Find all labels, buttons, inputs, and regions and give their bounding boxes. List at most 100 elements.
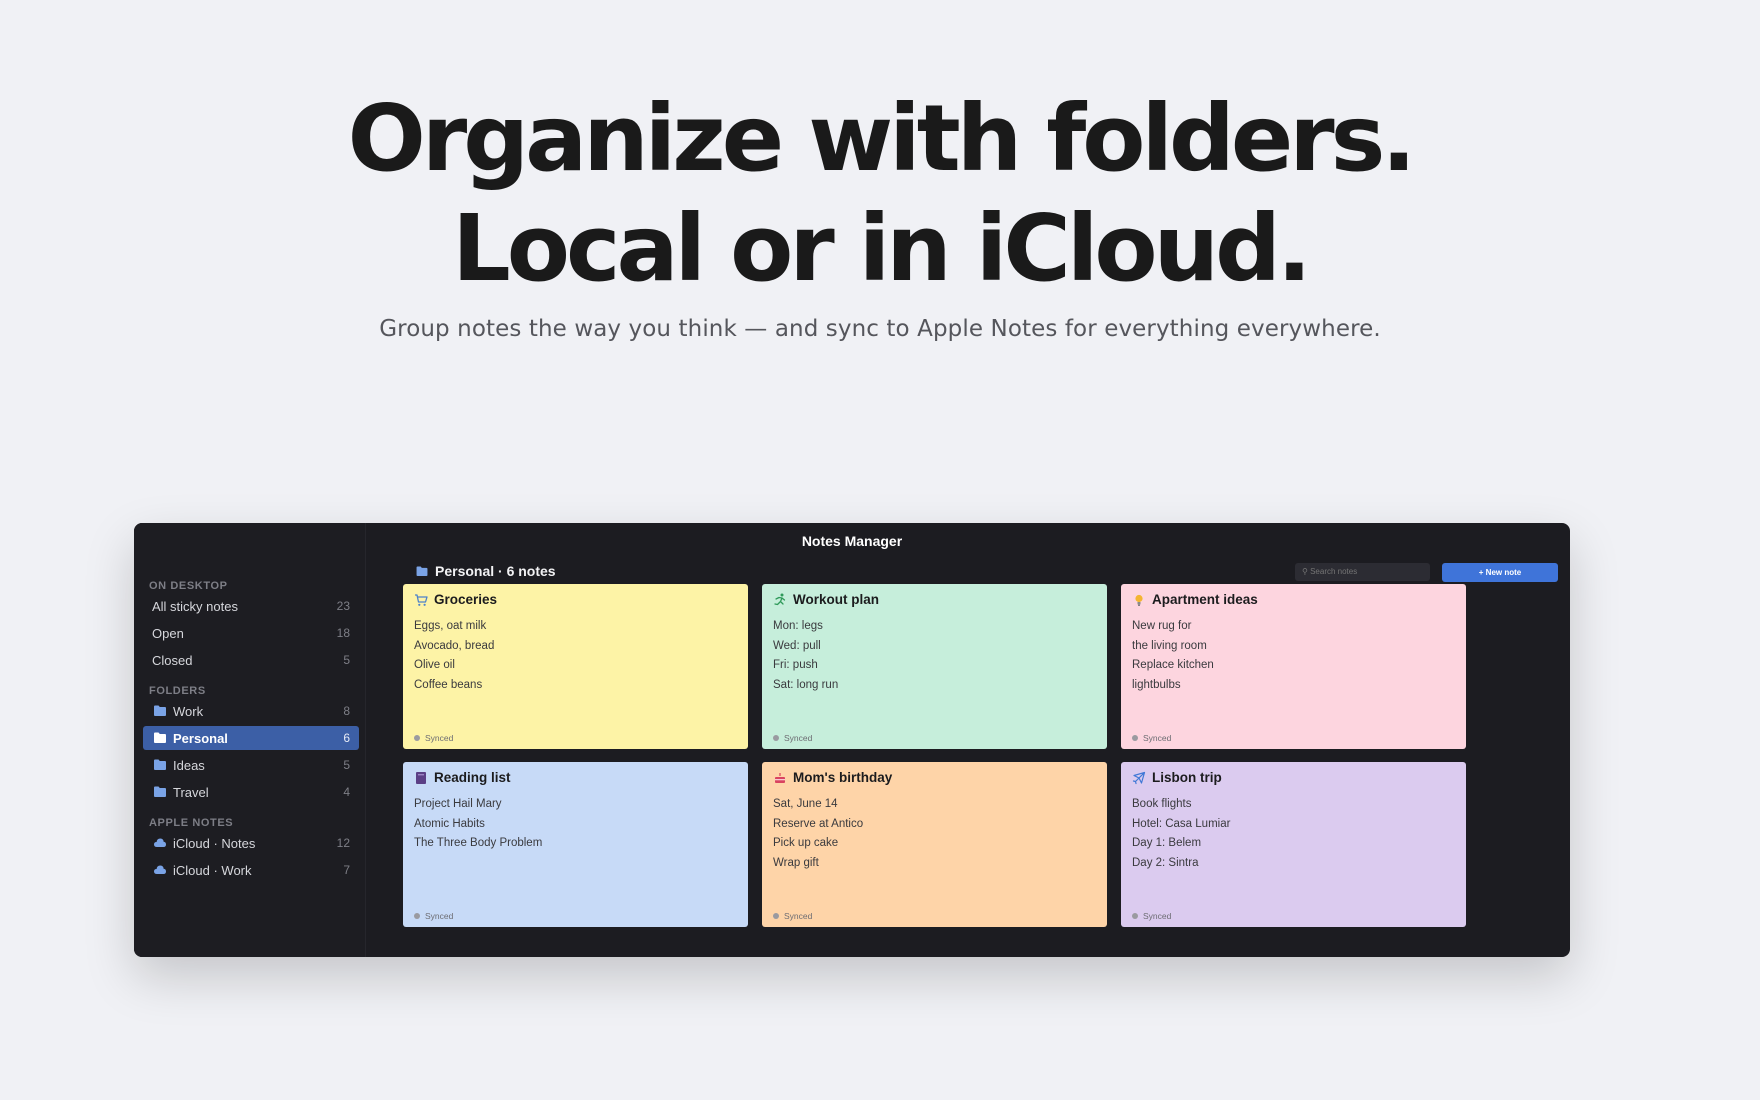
note-title: Mom's birthday — [793, 770, 893, 785]
search-input[interactable] — [1295, 563, 1430, 581]
runner-icon — [774, 593, 786, 606]
sidebar-item-personal[interactable]: Personal 6 — [143, 726, 359, 750]
sync-status-label: Synced — [784, 911, 813, 921]
sync-status: Synced — [1132, 911, 1171, 921]
note-title: Apartment ideas — [1152, 592, 1258, 607]
note-card-apartment-ideas[interactable]: Apartment ideas New rug for the living r… — [1121, 584, 1466, 749]
note-body: New rug for the living room Replace kitc… — [1132, 617, 1214, 695]
status-dot — [1132, 913, 1138, 919]
note-line: Atomic Habits — [414, 817, 485, 830]
note-line: Book flights — [1132, 798, 1192, 810]
sidebar-item-label: Closed — [152, 652, 193, 668]
note-body: Sat, June 14 Reserve at Antico Pick up c… — [773, 795, 863, 873]
folder-icon — [154, 705, 166, 716]
sidebar-item-all-sticky-notes[interactable]: All sticky notes 23 — [143, 594, 359, 618]
section-header-on-desktop: ON DESKTOP — [149, 580, 228, 592]
section-header-folders: FOLDERS — [149, 685, 206, 697]
sync-status: Synced — [414, 733, 453, 743]
section-header-apple-notes: APPLE NOTES — [149, 817, 234, 829]
sidebar-item-ideas[interactable]: Ideas 5 — [143, 753, 359, 777]
note-body: Book flights Hotel: Casa Lumiar Day 1: B… — [1132, 795, 1230, 873]
note-title: Groceries — [434, 592, 498, 607]
sidebar-item-count: 6 — [343, 731, 350, 745]
sidebar-item-count: 5 — [343, 653, 350, 667]
book-icon — [416, 772, 426, 784]
note-line: Eggs, oat milk — [414, 620, 487, 632]
sidebar-item-work[interactable]: Work 8 — [143, 699, 359, 723]
sidebar-item-closed[interactable]: Closed 5 — [143, 648, 359, 672]
sync-status-label: Synced — [1143, 911, 1172, 921]
sidebar-item-label: Open — [152, 625, 184, 641]
sidebar-item-label: iCloud · Notes — [173, 835, 256, 851]
note-line: Day 1: Belem — [1132, 837, 1202, 850]
status-dot — [414, 735, 420, 741]
note-title: Lisbon trip — [1152, 770, 1222, 785]
hero-headline-line-1: Organize with folders. — [347, 85, 1417, 192]
sidebar-item-icloud-notes[interactable]: iCloud · Notes 12 — [143, 831, 359, 855]
hero-subtitle: Group notes the way you think — and sync… — [379, 316, 1381, 342]
note-line: Mon: legs — [773, 620, 823, 632]
folder-icon — [154, 732, 166, 743]
hero-headline-line-2: Local or in iCloud. — [452, 195, 1312, 302]
sidebar-item-label: Work — [173, 703, 204, 719]
sidebar-item-count: 7 — [343, 863, 350, 877]
airplane-icon — [1132, 771, 1146, 785]
sidebar-item-label: iCloud · Work — [173, 862, 252, 878]
note-line: Sat, June 14 — [773, 798, 838, 810]
note-line: Avocado, bread — [414, 639, 495, 652]
note-card-moms-birthday[interactable]: Mom's birthday Sat, June 14 Reserve at A… — [762, 762, 1107, 927]
sidebar-item-open[interactable]: Open 18 — [143, 621, 359, 645]
note-line: Project Hail Mary — [414, 798, 502, 810]
sidebar-item-count: 18 — [336, 626, 350, 640]
note-body: Mon: legs Wed: pull Fri: push Sat: long … — [773, 617, 838, 695]
sidebar-item-count: 5 — [343, 758, 350, 772]
note-body: Eggs, oat milk Avocado, bread Olive oil … — [414, 617, 494, 695]
sidebar-item-label: Travel — [173, 784, 209, 800]
note-body: Project Hail Mary Atomic Habits The Thre… — [414, 795, 542, 854]
sidebar-item-icloud-work[interactable]: iCloud · Work 7 — [143, 858, 359, 882]
note-card-lisbon-trip[interactable]: Lisbon trip Book flights Hotel: Casa Lum… — [1121, 762, 1466, 927]
app-window: Notes Manager ON DESKTOP All sticky note… — [134, 523, 1570, 957]
sidebar-item-travel[interactable]: Travel 4 — [143, 780, 359, 804]
note-line: Replace kitchen — [1132, 659, 1214, 672]
note-line: New rug for — [1132, 620, 1192, 632]
status-dot — [773, 913, 779, 919]
cake-icon — [775, 773, 785, 783]
sidebar-item-label: Personal — [173, 730, 228, 746]
sync-status: Synced — [1132, 733, 1171, 743]
note-line: Wed: pull — [773, 639, 821, 652]
note-card-groceries[interactable]: Groceries Eggs, oat milk Avocado, bread … — [403, 584, 748, 749]
sync-status-label: Synced — [1143, 733, 1172, 743]
sidebar-item-count: 12 — [336, 836, 350, 850]
note-title: Reading list — [434, 770, 511, 785]
sidebar-item-label: All sticky notes — [152, 598, 238, 614]
note-line: Coffee beans — [414, 678, 483, 691]
folder-icon — [154, 786, 166, 797]
note-line: Wrap gift — [773, 856, 819, 869]
status-dot — [1132, 735, 1138, 741]
sidebar-item-count: 4 — [343, 785, 350, 799]
sync-status-label: Synced — [425, 733, 454, 743]
note-line: The Three Body Problem — [414, 837, 543, 850]
new-note-button[interactable]: + New note — [1442, 563, 1558, 582]
lightbulb-icon — [1135, 594, 1143, 606]
note-card-reading-list[interactable]: Reading list Project Hail Mary Atomic Ha… — [403, 762, 748, 927]
sync-status: Synced — [773, 911, 812, 921]
note-title: Workout plan — [793, 592, 879, 607]
folder-icon — [416, 566, 428, 576]
note-line: Fri: push — [773, 659, 818, 672]
sidebar-item-count: 8 — [343, 704, 350, 718]
note-card-workout-plan[interactable]: Workout plan Mon: legs Wed: pull Fri: pu… — [762, 584, 1107, 749]
note-line: Olive oil — [414, 659, 455, 672]
note-line: Sat: long run — [773, 678, 839, 691]
status-dot — [773, 735, 779, 741]
cloud-icon — [154, 838, 166, 847]
sync-status-label: Synced — [425, 911, 454, 921]
sidebar: ON DESKTOP All sticky notes 23 Open 18 C… — [134, 523, 366, 957]
main-heading: Personal · 6 notes — [416, 563, 556, 579]
sync-status: Synced — [773, 733, 812, 743]
note-line: Reserve at Antico — [773, 817, 864, 830]
sync-status-label: Synced — [784, 733, 813, 743]
note-line: the living room — [1132, 639, 1207, 652]
folder-icon — [154, 759, 166, 770]
